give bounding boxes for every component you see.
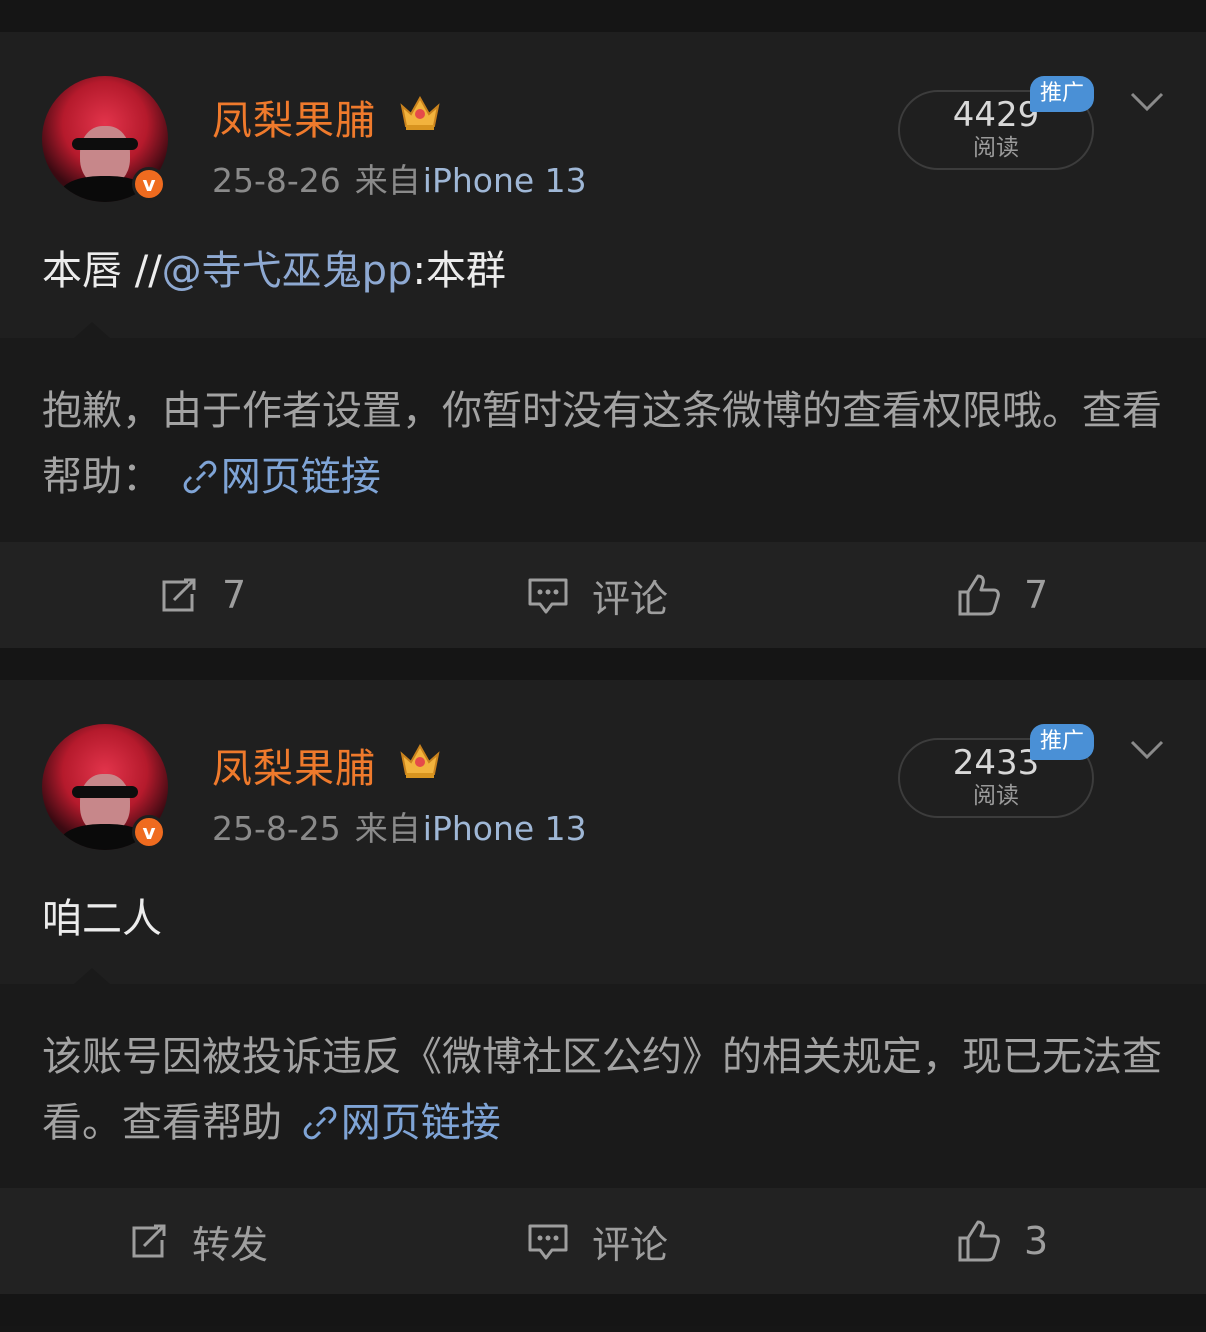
feed-top-gap (0, 0, 1206, 32)
avatar-glasses (72, 138, 138, 150)
username[interactable]: 凤梨果脯 (212, 88, 376, 146)
feed-divider (0, 648, 1206, 680)
post-header: v 凤梨果脯 25-8-25 来自iPhone 13 2433 阅读 推广 咱二人 (0, 680, 1206, 984)
read-label: 阅读 (973, 783, 1019, 809)
repost-count: 7 (222, 573, 247, 617)
avatar-glasses (72, 786, 138, 798)
comment-icon (528, 578, 568, 614)
repost-label: 转发 (192, 1222, 269, 1267)
promo-badge[interactable]: 推广 (1030, 76, 1094, 112)
post-actions: 转发 评论 3 (0, 1188, 1206, 1294)
post-text: 本唇 //@寺弋巫鬼pp:本群 (42, 238, 506, 296)
post-card[interactable]: v 凤梨果脯 25-8-25 来自iPhone 13 2433 阅读 推广 咱二人… (0, 680, 1206, 1294)
post-card[interactable]: v 凤梨果脯 25-8-26 来自iPhone 13 4429 阅读 推广 本唇 … (0, 32, 1206, 648)
comment-label: 评论 (592, 576, 669, 621)
post-device: iPhone 13 (422, 161, 587, 200)
username[interactable]: 凤梨果脯 (212, 736, 376, 794)
promo-badge[interactable]: 推广 (1030, 724, 1094, 760)
post-date: 25-8-25 (212, 809, 341, 848)
chevron-down-icon[interactable] (1130, 738, 1164, 762)
quoted-post[interactable]: 该账号因被投诉违反《微博社区公约》的相关规定，现已无法查看。查看帮助 网页链接 (0, 968, 1206, 1188)
like-count: 3 (1024, 1219, 1049, 1263)
quote-notch (74, 322, 110, 338)
repost-icon (132, 1224, 166, 1258)
comment-button[interactable]: 评论 (526, 542, 668, 648)
verified-badge-icon: v (132, 167, 166, 201)
quoted-post[interactable]: 抱歉，由于作者设置，你暂时没有这条微博的查看权限哦。查看帮助： 网页链接 (0, 322, 1206, 542)
like-button[interactable]: 7 (956, 542, 1048, 648)
web-link[interactable]: 网页链接 (341, 1100, 501, 1146)
mention-link[interactable]: @寺弋巫鬼pp (162, 248, 413, 294)
post-device: iPhone 13 (422, 809, 587, 848)
web-link[interactable]: 网页链接 (221, 454, 381, 500)
crown-icon (400, 743, 440, 778)
repost-button[interactable]: 转发 (128, 1188, 268, 1294)
link-icon (303, 1106, 337, 1140)
quote-text: 该账号因被投诉违反《微博社区公约》的相关规定，现已无法查看。查看帮助 (42, 1034, 1162, 1146)
like-count: 7 (1024, 573, 1049, 617)
post-text-before: 本唇 // (42, 248, 162, 294)
post-source-prefix: 来自 (354, 809, 421, 848)
repost-button[interactable]: 7 (158, 542, 246, 648)
like-icon (958, 574, 1000, 616)
feed-bottom-gap (0, 1294, 1206, 1326)
like-button[interactable]: 3 (956, 1188, 1048, 1294)
crown-icon (400, 95, 440, 130)
post-meta: 25-8-25 来自iPhone 13 (212, 802, 587, 850)
comment-icon (528, 1224, 568, 1260)
comment-label: 评论 (592, 1222, 669, 1267)
read-label: 阅读 (973, 135, 1019, 161)
post-date: 25-8-26 (212, 161, 341, 200)
post-header: v 凤梨果脯 25-8-26 来自iPhone 13 4429 阅读 推广 本唇 … (0, 32, 1206, 338)
verified-badge-icon: v (132, 815, 166, 849)
repost-icon (162, 578, 196, 612)
comment-button[interactable]: 评论 (526, 1188, 668, 1294)
post-text: 咱二人 (42, 896, 162, 942)
post-actions: 7 评论 7 (0, 542, 1206, 648)
post-meta: 25-8-26 来自iPhone 13 (212, 154, 587, 202)
post-source-prefix: 来自 (354, 161, 421, 200)
quote-notch (74, 968, 110, 984)
chevron-down-icon[interactable] (1130, 90, 1164, 114)
like-icon (958, 1220, 1000, 1262)
link-icon (183, 460, 217, 494)
post-text-after: :本群 (412, 248, 506, 294)
weibo-feed: v 凤梨果脯 25-8-26 来自iPhone 13 4429 阅读 推广 本唇 … (0, 0, 1206, 1332)
